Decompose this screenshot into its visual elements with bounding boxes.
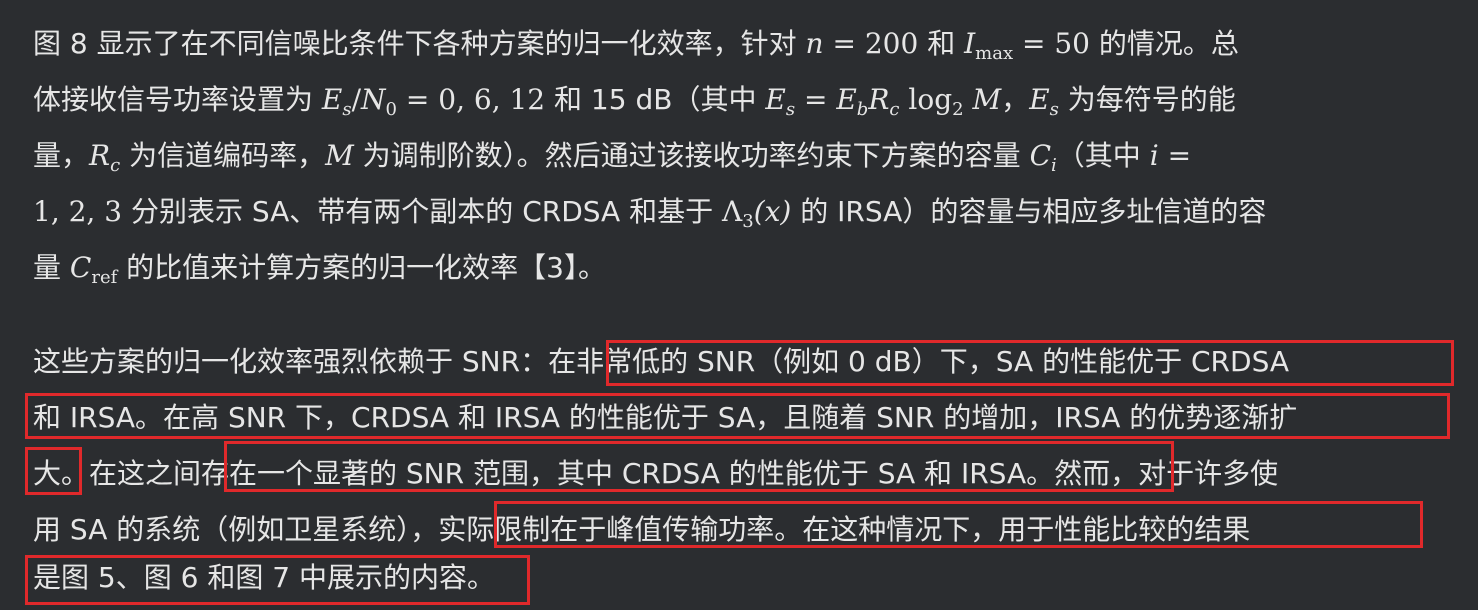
math-C: C (69, 251, 92, 284)
math-R: R (89, 139, 111, 172)
math-Lambda: Λ (722, 195, 743, 228)
p1-line-3: 量，Rc 为信道编码率，M 为调制阶数）。然后通过该接收功率约束下方案的容量 C… (33, 132, 1191, 180)
math-sub-c: c (889, 99, 900, 120)
math-E: E (836, 83, 857, 116)
p1-line-2: 体接收信号功率设置为 Es/N0 = 0, 6, 12 和 15 dB（其中 E… (33, 76, 1236, 124)
math-R: R (868, 83, 890, 116)
math-sub-b: b (856, 99, 869, 120)
p1-line-4: 1, 2, 3 分别表示 SA、带有两个副本的 CRDSA 和基于 Λ3(x) … (33, 188, 1266, 236)
math-E: E (765, 83, 786, 116)
text-run: （其中 (1056, 139, 1150, 172)
math-sub-s: s (785, 99, 796, 120)
text-run: 图 8 显示了在不同信噪比条件下各种方案的归一化效率，针对 (33, 27, 806, 60)
math-eq: = (1158, 139, 1192, 172)
math-sub-s: s (342, 99, 352, 120)
p1-line-5: 量 Cref 的比值来计算方案的归一化效率【3】。 (33, 244, 606, 292)
math-M: M (963, 83, 1002, 116)
math-sub-0: 0 (385, 99, 397, 120)
text-run: 为信道编码率， (120, 139, 326, 172)
text-run: 量， (33, 139, 90, 172)
math-eq-50: = 50 (1013, 27, 1099, 60)
math-sub-3: 3 (742, 211, 754, 232)
text-run: 的 IRSA）的容量与相应多址信道的容 (791, 195, 1267, 228)
text-run: 的比值来计算方案的归一化效率【3】。 (117, 251, 606, 284)
text-run: 分别表示 SA、带有两个副本的 CRDSA 和基于 (130, 195, 723, 228)
math-numbers: 1, 2, 3 (33, 195, 131, 228)
math-N: N (361, 83, 386, 116)
math-slash: / (351, 83, 362, 116)
math-C: C (1029, 139, 1052, 172)
text-run: ， (1001, 83, 1030, 116)
math-eq: = (795, 83, 837, 116)
math-n: n (805, 27, 824, 60)
document-body: 图 8 显示了在不同信噪比条件下各种方案的归一化效率，针对 n = 200 和 … (0, 0, 1478, 610)
math-sub-s: s (1049, 99, 1059, 120)
math-sub-ref: ref (91, 267, 118, 288)
text-run: 和 (927, 27, 965, 60)
math-sub-c: c (110, 155, 121, 176)
math-log: log (899, 83, 953, 116)
p1-line-1: 图 8 显示了在不同信噪比条件下各种方案的归一化效率，针对 n = 200 和 … (33, 20, 1239, 68)
math-eq-200: = 200 (823, 27, 928, 60)
math-i: i (1149, 139, 1159, 172)
text-run: 量 (33, 251, 70, 284)
p2-line-3: 大。在这之间存在一个显著的 SNR 范围，其中 CRDSA 的性能优于 SA 和… (33, 457, 1279, 490)
math-M: M (325, 139, 354, 172)
text-run: 体接收信号功率设置为 (33, 83, 322, 116)
p2-line-2: 和 IRSA。在高 SNR 下，CRDSA 和 IRSA 的性能优于 SA，且随… (33, 401, 1298, 434)
text-run: 的情况。总 (1098, 27, 1239, 60)
math-I: I (964, 27, 976, 60)
text-run: 和 15 dB（其中 (554, 83, 766, 116)
math-sub-max: max (975, 43, 1014, 64)
p2-line-1: 这些方案的归一化效率强烈依赖于 SNR：在非常低的 SNR（例如 0 dB）下，… (33, 345, 1290, 378)
math-sub-2: 2 (952, 99, 964, 120)
text-run: 为每符号的能 (1058, 83, 1236, 116)
text-run: 为调制阶数）。然后通过该接收功率约束下方案的容量 (353, 139, 1030, 172)
math-E: E (321, 83, 343, 116)
p2-line-4: 用 SA 的系统（例如卫星系统），实际限制在于峰值传输功率。在这种情况下，用于性… (33, 513, 1251, 546)
p2-line-5: 是图 5、图 6 和图 7 中展示的内容。 (33, 561, 495, 594)
math-x: (x) (753, 195, 792, 228)
math-E: E (1029, 83, 1050, 116)
math-values: = 0, 6, 12 (397, 83, 555, 116)
